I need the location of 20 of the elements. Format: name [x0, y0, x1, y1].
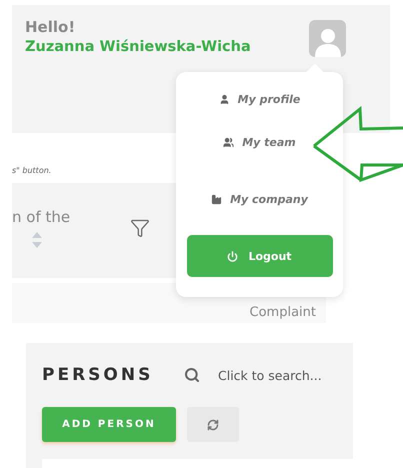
search-icon[interactable]: [184, 367, 200, 383]
factory-icon: [211, 194, 222, 204]
column-header: n of the: [12, 208, 70, 226]
search-field[interactable]: Click to search...: [216, 366, 326, 384]
menu-item[interactable]: My profile: [218, 92, 300, 106]
refresh-button[interactable]: [187, 407, 239, 442]
menu-item[interactable]: My team: [223, 135, 296, 149]
hint-text: s" button.: [12, 166, 52, 175]
user-name: Zuzanna Wiśniewska-Wicha: [25, 38, 251, 57]
logout-button[interactable]: Logout: [186, 235, 332, 277]
power-icon: [227, 250, 238, 262]
table-cell: Complaint: [250, 305, 316, 321]
group-icon: [223, 136, 234, 148]
add-person-button[interactable]: ADD PERSON: [42, 407, 176, 442]
filter-icon[interactable]: [130, 218, 150, 238]
refresh-icon: [207, 418, 219, 430]
greeting: Hello!: [25, 17, 76, 37]
menu-item[interactable]: My company: [211, 192, 308, 206]
person-icon: [218, 94, 230, 104]
persons-title: PERSONS: [42, 365, 154, 385]
